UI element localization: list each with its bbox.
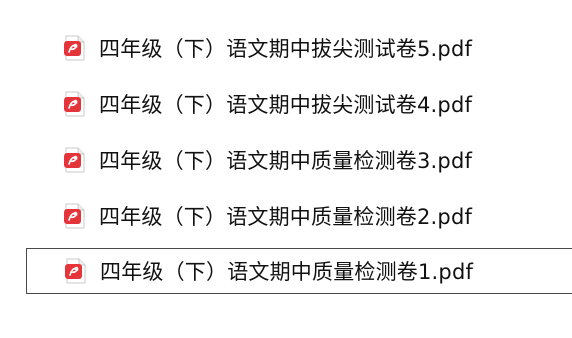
file-name: 四年级（下）语文期中拔尖测试卷5.pdf <box>99 37 473 61</box>
file-item-5-selected[interactable]: 四年级（下）语文期中质量检测卷1.pdf <box>26 248 572 294</box>
file-name: 四年级（下）语文期中质量检测卷1.pdf <box>100 260 474 284</box>
pdf-file-icon <box>64 147 86 173</box>
file-item-3[interactable]: 四年级（下）语文期中质量检测卷3.pdf <box>26 137 572 183</box>
file-list: 四年级（下）语文期中拔尖测试卷5.pdf 四年级（下）语文期中拔尖测试卷4.pd… <box>0 0 572 338</box>
file-item-1[interactable]: 四年级（下）语文期中拔尖测试卷5.pdf <box>26 25 572 71</box>
pdf-file-icon <box>65 258 87 284</box>
file-name: 四年级（下）语文期中质量检测卷2.pdf <box>99 205 473 229</box>
pdf-file-icon <box>64 91 86 117</box>
file-name: 四年级（下）语文期中质量检测卷3.pdf <box>99 149 473 173</box>
file-name: 四年级（下）语文期中拔尖测试卷4.pdf <box>99 93 473 117</box>
pdf-file-icon <box>64 203 86 229</box>
file-item-4[interactable]: 四年级（下）语文期中质量检测卷2.pdf <box>26 193 572 239</box>
file-item-2[interactable]: 四年级（下）语文期中拔尖测试卷4.pdf <box>26 81 572 127</box>
pdf-file-icon <box>64 35 86 61</box>
